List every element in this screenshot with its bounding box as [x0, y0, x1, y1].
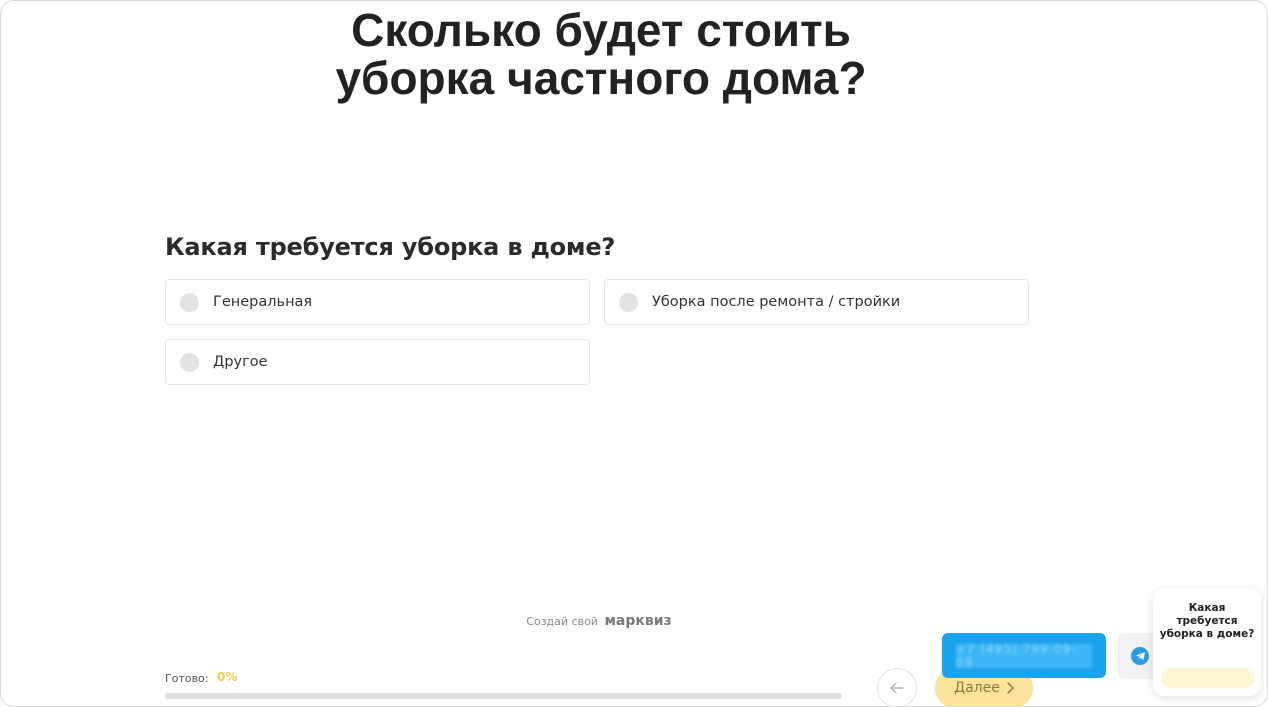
- page-title-line-2: уборка частного дома?: [335, 52, 867, 104]
- question-title: Какая требуется уборка в доме?: [165, 233, 616, 261]
- radio-button[interactable]: [180, 292, 199, 312]
- page-title: Сколько будет стоить уборка частного дом…: [301, 6, 901, 102]
- answer-option-general[interactable]: Генеральная: [165, 279, 590, 325]
- phone-number: +7 (495) 799-09-09: [955, 642, 1093, 670]
- progress-label: Готово:: [165, 672, 209, 685]
- radio-button[interactable]: [180, 352, 199, 372]
- answer-option-after-renovation[interactable]: Уборка после ремонта / стройки: [604, 279, 1029, 325]
- progress-value: 0%: [217, 670, 238, 684]
- next-button-label: Далее: [954, 680, 1000, 696]
- telegram-icon: [1131, 647, 1149, 665]
- progress-bar: [165, 693, 842, 699]
- credit-brand-logo: марквиз: [604, 613, 672, 629]
- marquiz-credit-link[interactable]: Создай свой марквиз: [1, 613, 1197, 629]
- phone-call-button[interactable]: +7 (495) 799-09-09: [942, 633, 1106, 678]
- radio-button[interactable]: [619, 292, 638, 312]
- mini-widget-text: Какая требуется уборка в доме?: [1159, 602, 1255, 640]
- answer-option-label: Генеральная: [213, 294, 313, 310]
- quiz-mini-widget[interactable]: Какая требуется уборка в доме?: [1153, 588, 1261, 696]
- answer-option-label: Другое: [213, 354, 268, 370]
- answer-option-other[interactable]: Другое: [165, 339, 590, 385]
- answer-option-label: Уборка после ремонта / стройки: [652, 294, 901, 310]
- credit-prefix: Создай свой: [526, 615, 598, 628]
- mini-widget-button[interactable]: [1161, 668, 1255, 688]
- arrow-left-icon: [890, 682, 904, 694]
- back-button[interactable]: [877, 668, 917, 706]
- chevron-right-icon: [1007, 682, 1014, 694]
- page-title-line-1: Сколько будет стоить: [351, 4, 851, 56]
- quiz-page: Сколько будет стоить уборка частного дом…: [0, 0, 1268, 707]
